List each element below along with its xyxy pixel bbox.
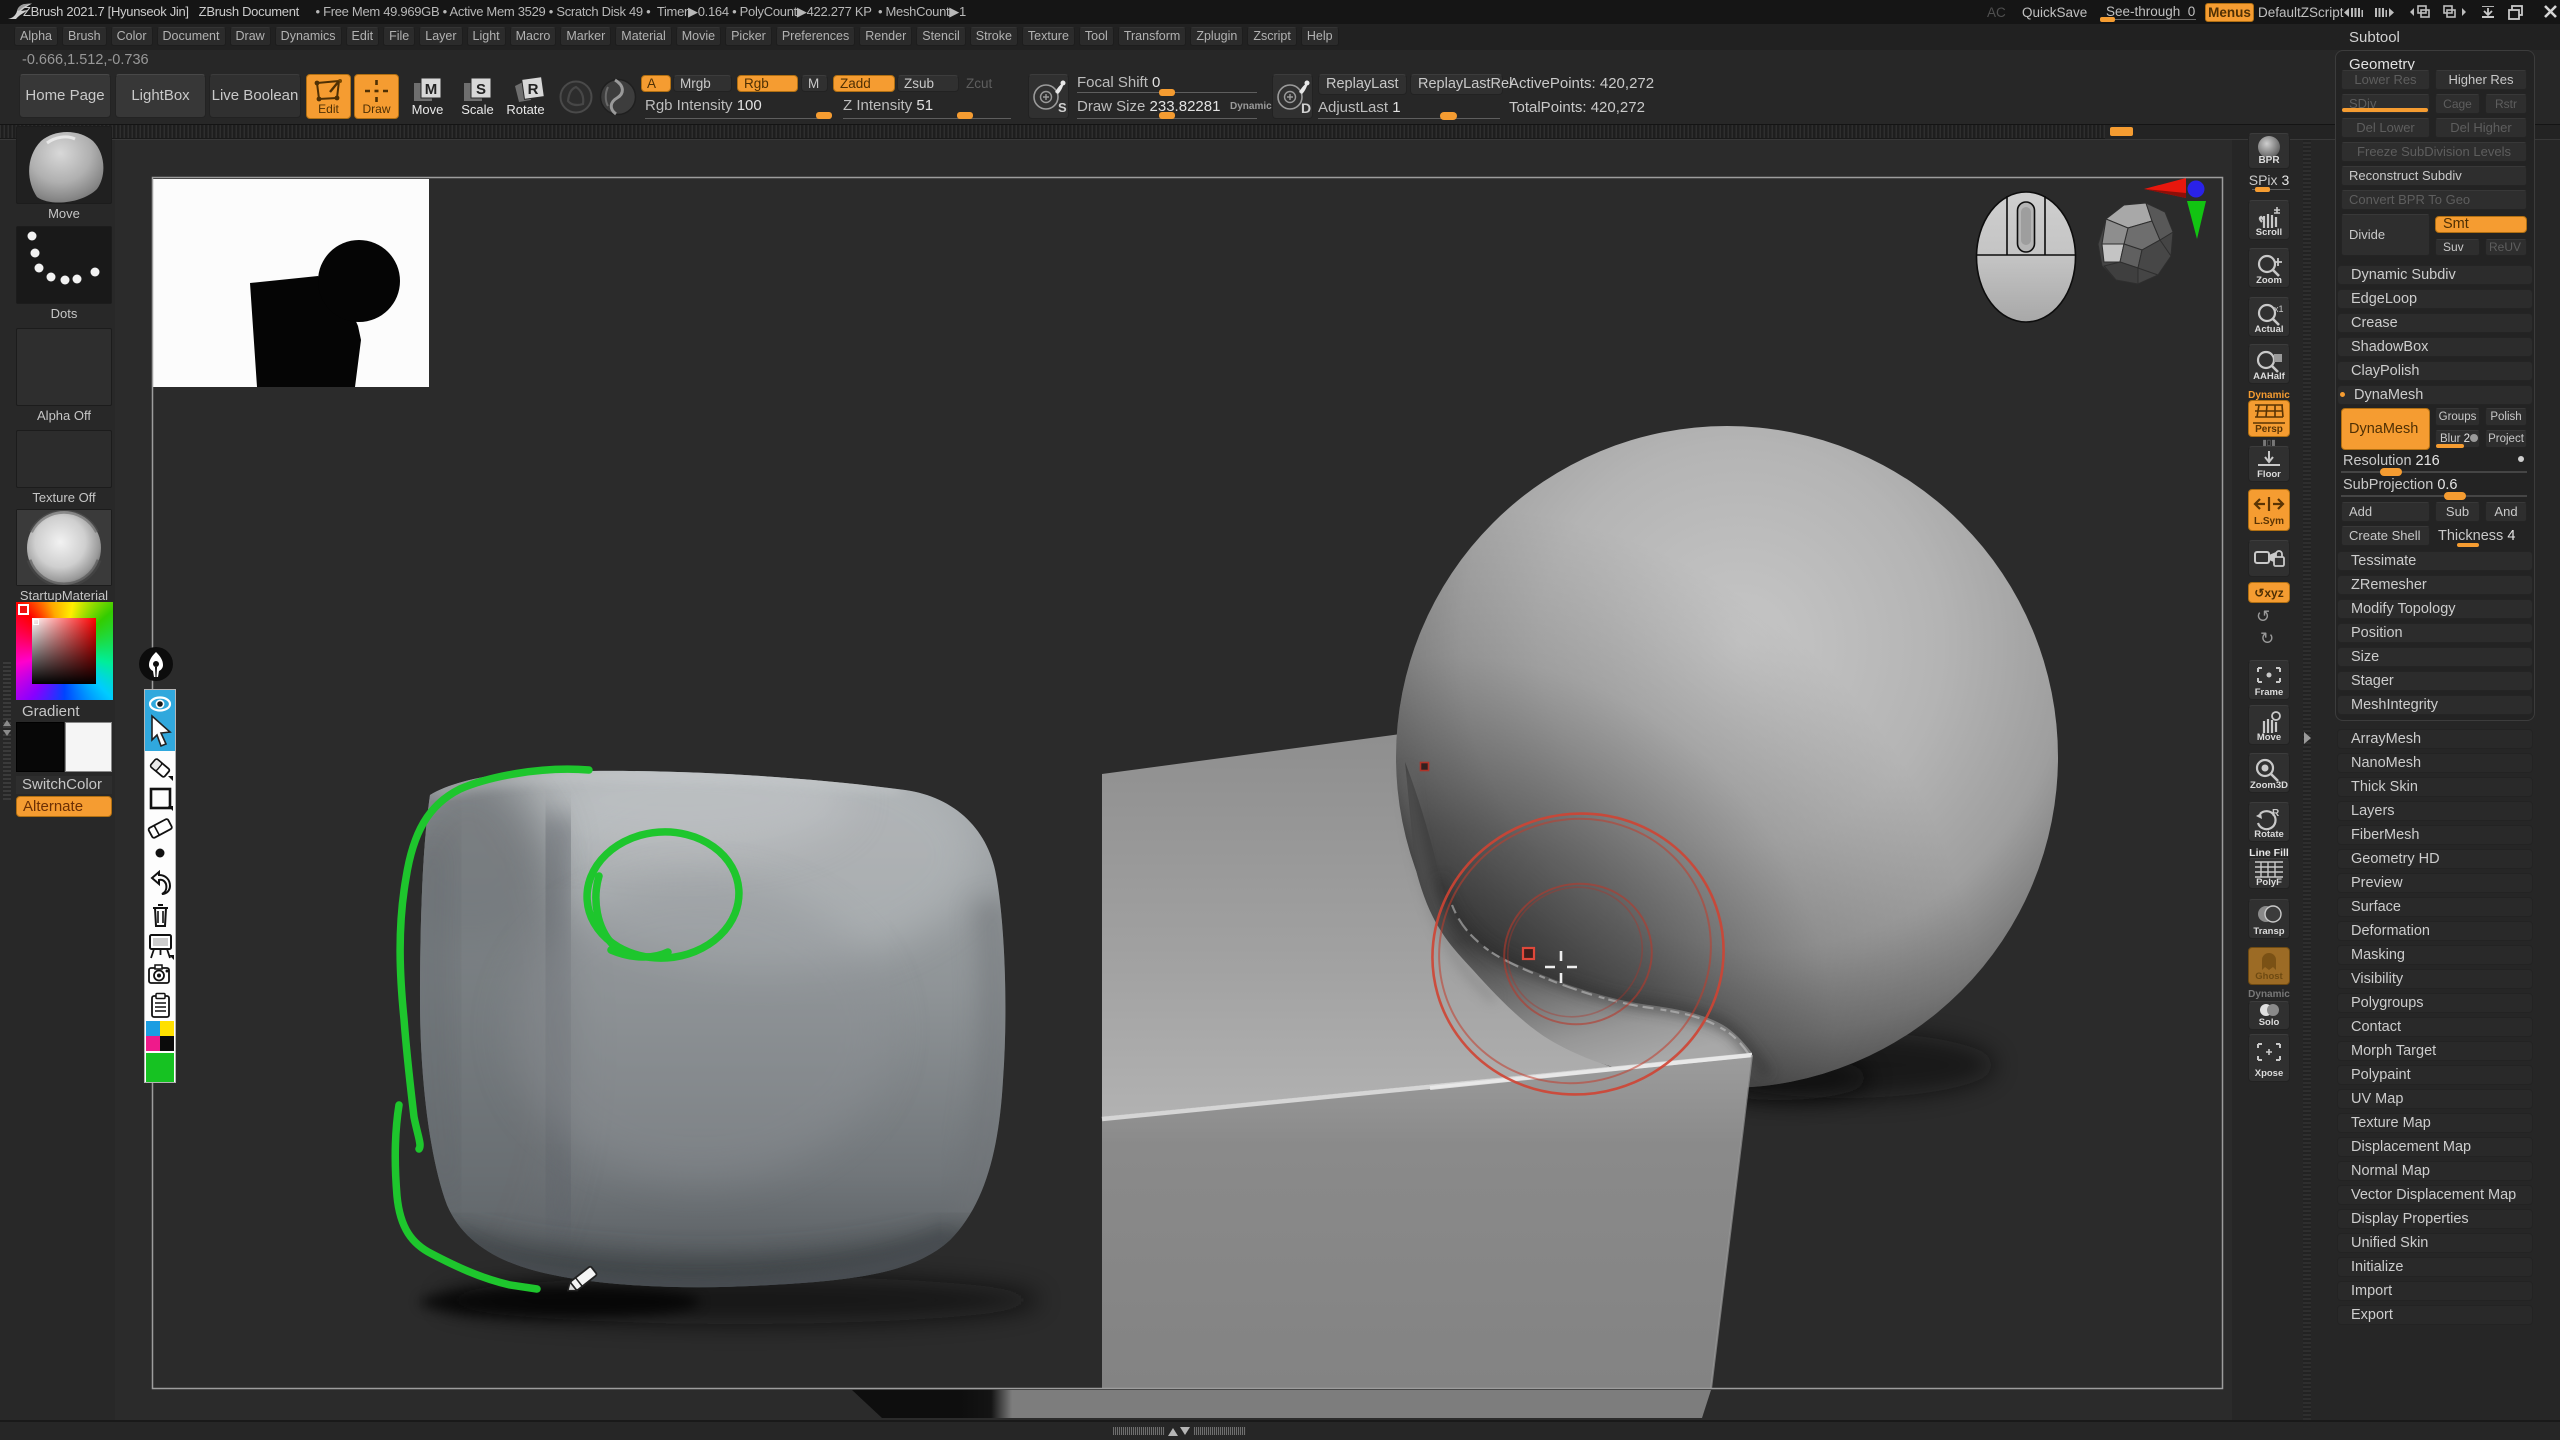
svg-text:S: S [1058,100,1067,115]
svg-text:D: D [1301,100,1311,116]
svg-text:x1: x1 [2274,304,2284,314]
svg-text:R: R [2272,808,2280,819]
svg-text:R: R [528,81,539,98]
svg-text:M: M [425,81,438,98]
svg-text:S: S [476,81,486,98]
